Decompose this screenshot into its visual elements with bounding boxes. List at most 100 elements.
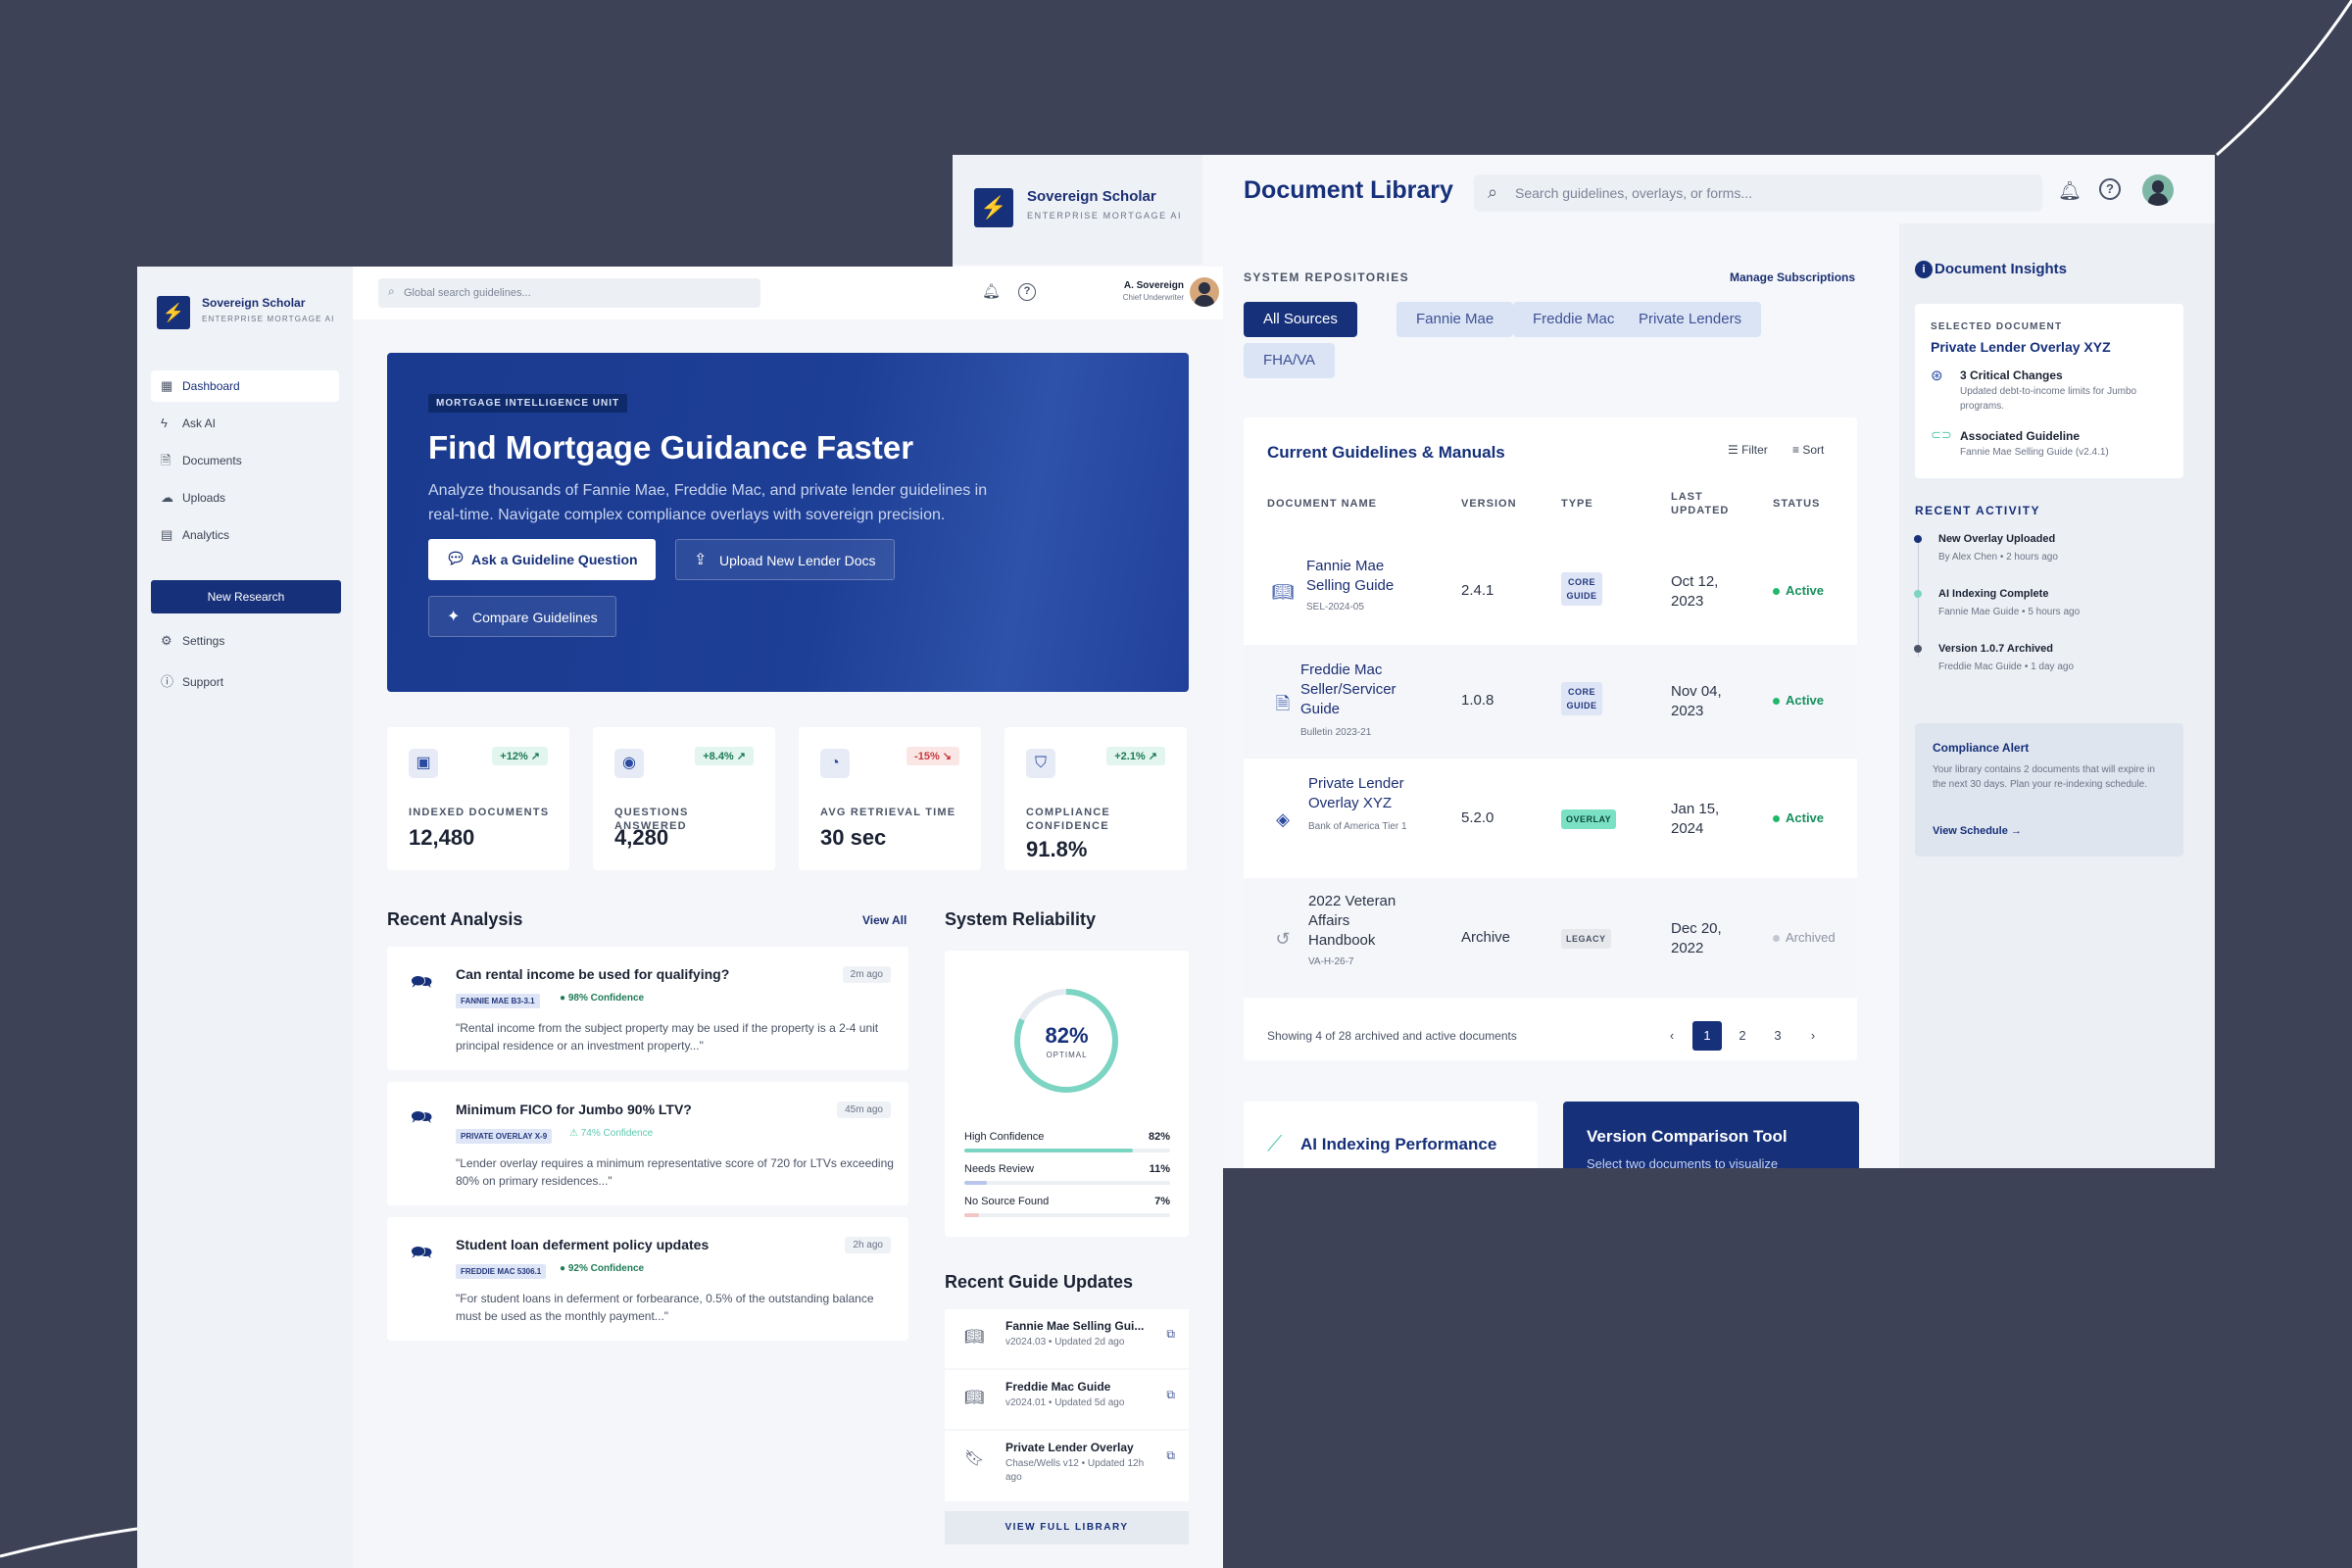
update-item[interactable]: 🔖︎ Private Lender Overlay Chase/Wells v1… — [945, 1431, 1189, 1501]
ask-question-button[interactable]: 💬︎ Ask a Guideline Question — [428, 539, 656, 580]
avatar[interactable] — [1190, 277, 1219, 307]
page-3-button[interactable]: 3 — [1763, 1021, 1792, 1051]
table-row[interactable]: 📖︎ Fannie Mae Selling Guide SEL-2024-05 … — [1244, 539, 1857, 645]
location-question-icon: ◉ — [614, 749, 644, 778]
sidebar: ⚡ Sovereign Scholar ENTERPRISE MORTGAGE … — [137, 267, 353, 1568]
stat-label: INDEXED DOCUMENTS — [409, 807, 550, 818]
avatar[interactable] — [2142, 174, 2174, 206]
table-row[interactable]: ↺ 2022 Veteran Affairs Handbook VA-H-26-… — [1244, 878, 1857, 998]
update-item[interactable]: 📖︎ Freddie Mac Guide v2024.01 • Updated … — [945, 1370, 1189, 1429]
speedometer-icon: ◔ — [820, 749, 850, 778]
selected-document-card[interactable]: SELECTED DOCUMENT Private Lender Overlay… — [1915, 304, 2183, 478]
version-comparison-card[interactable]: Version Comparison Tool Select two docum… — [1563, 1102, 1859, 1168]
hero-description: Analyze thousands of Fannie Mae, Freddie… — [428, 482, 988, 523]
library-search-input[interactable]: ⌕ Search guidelines, overlays, or forms.… — [1474, 174, 2042, 212]
activity-title: Version 1.0.7 Archived — [1938, 643, 2053, 655]
timeline-dot — [1914, 535, 1922, 543]
library-brand: ⚡ Sovereign Scholar ENTERPRISE MORTGAGE … — [953, 155, 1202, 265]
gauge-value: 82% — [1045, 1023, 1089, 1048]
shield-check-icon: ⛉ — [1026, 749, 1055, 778]
confidence-badge: ● 98% Confidence — [560, 993, 645, 1004]
chat-icon: 🗪 — [411, 972, 433, 992]
history-icon: ↺ — [1275, 929, 1291, 949]
external-link-icon[interactable]: ⧉ — [1166, 1388, 1175, 1402]
top-bar: ⌕ Global search guidelines... 🔔︎ ? A. So… — [353, 267, 1223, 319]
gear-icon: ⚙ — [161, 633, 172, 648]
source-tag: PRIVATE OVERLAY X-9 — [456, 1129, 553, 1144]
vct-subtitle: Select two documents to visualize — [1587, 1156, 1779, 1168]
page-1-button[interactable]: 1 — [1692, 1021, 1722, 1051]
bar-fill — [964, 1213, 979, 1217]
bell-icon[interactable]: 🔔︎ — [982, 282, 1001, 300]
changes-sub: Updated debt-to-income limits for Jumbo … — [1960, 386, 2137, 412]
doc-sub: SEL-2024-05 — [1306, 602, 1364, 612]
table-row[interactable]: ◈ Private Lender Overlay XYZ Bank of Ame… — [1244, 759, 1857, 878]
grid-icon: ▦ — [161, 378, 173, 393]
table-row[interactable]: 🗎 Freddie Mac Seller/Servicer Guide Bull… — [1244, 645, 1857, 759]
stat-label: COMPLIANCE CONFIDENCE — [1026, 807, 1110, 832]
reliability-card: 82% OPTIMAL High Confidence 82% Needs Rev… — [945, 951, 1189, 1237]
upload-file-icon: ⇪ — [694, 552, 708, 568]
external-link-icon[interactable]: ⧉ — [1166, 1327, 1175, 1342]
table-title: Current Guidelines & Manuals — [1267, 443, 1505, 462]
activity-label: RECENT ACTIVITY — [1915, 504, 2040, 517]
doc-version: Archive — [1461, 929, 1511, 946]
analysis-card[interactable]: 🗪 Can rental income be used for qualifyi… — [387, 947, 908, 1070]
sidebar-item-analytics[interactable]: ▤ Analytics — [151, 519, 339, 551]
chip-fannie-mae[interactable]: Fannie Mae — [1396, 302, 1514, 337]
hero-banner: MORTGAGE INTELLIGENCE UNIT Find Mortgage… — [387, 353, 1189, 692]
guidelines-table: Current Guidelines & Manuals ☰ Filter ≡ … — [1244, 417, 1857, 1060]
chip-fha-va[interactable]: FHA/VA — [1244, 343, 1336, 378]
help-icon[interactable]: ? — [1018, 283, 1036, 301]
chip-private-lenders[interactable]: Private Lenders — [1619, 302, 1762, 337]
analysis-quote: "Lender overlay requires a minimum repre… — [456, 1156, 894, 1188]
sidebar-item-support[interactable]: ⓘ Support — [151, 666, 339, 698]
bar-fill — [964, 1181, 988, 1185]
chip-freddie-mac[interactable]: Freddie Mac — [1513, 302, 1635, 337]
global-search-input[interactable]: ⌕ Global search guidelines... — [378, 278, 760, 308]
activity-title: New Overlay Uploaded — [1938, 533, 2056, 545]
timeline-dot — [1914, 590, 1922, 598]
ai-indexing-performance-card[interactable]: ⟋ AI Indexing Performance — [1244, 1102, 1538, 1168]
view-full-library-button[interactable]: VIEW FULL LIBRARY — [945, 1511, 1189, 1544]
sort-button[interactable]: ≡ Sort — [1792, 443, 1824, 457]
header-type: TYPE — [1561, 498, 1593, 510]
status-badge: Archived — [1773, 930, 1836, 945]
stat-value: 30 sec — [820, 825, 887, 850]
type-tag: LEGACY — [1561, 929, 1611, 949]
sidebar-item-uploads[interactable]: ☁ Uploads — [151, 482, 339, 514]
header-document-name: DOCUMENT NAME — [1267, 498, 1377, 510]
prev-page-icon[interactable]: ‹ — [1657, 1021, 1687, 1051]
activity-sub: Fannie Mae Guide • 5 hours ago — [1938, 607, 2081, 617]
page-2-button[interactable]: 2 — [1728, 1021, 1757, 1051]
next-page-icon[interactable]: › — [1798, 1021, 1828, 1051]
manage-subscriptions-link[interactable]: Manage Subscriptions — [1730, 270, 1855, 284]
bell-icon[interactable]: 🔔︎ — [2058, 179, 2082, 203]
gauge-label: OPTIMAL — [1046, 1051, 1088, 1059]
sidebar-item-dashboard[interactable]: ▦ Dashboard — [151, 370, 339, 402]
update-item[interactable]: 📖︎ Fannie Mae Selling Gui... v2024.03 • … — [945, 1309, 1189, 1368]
analysis-question: Can rental income be used for qualifying… — [456, 966, 730, 982]
source-tag: FANNIE MAE B3-3.1 — [456, 994, 540, 1008]
external-link-icon[interactable]: ⧉ — [1166, 1448, 1175, 1463]
analysis-card[interactable]: 🗪 Minimum FICO for Jumbo 90% LTV? 45m ag… — [387, 1082, 908, 1205]
help-icon[interactable]: ? — [2099, 178, 2121, 200]
compare-guidelines-button[interactable]: ✦ Compare Guidelines — [428, 596, 616, 637]
sidebar-item-documents[interactable]: 🗎 Documents — [151, 445, 339, 476]
sidebar-item-ask-ai[interactable]: ϟ Ask AI — [151, 408, 339, 439]
doc-version: 2.4.1 — [1461, 582, 1494, 599]
sidebar-item-settings[interactable]: ⚙ Settings — [151, 625, 339, 657]
view-schedule-link[interactable]: View Schedule → — [1933, 825, 2022, 837]
activity-title: AI Indexing Complete — [1938, 588, 2049, 600]
chip-all-sources[interactable]: All Sources — [1244, 302, 1357, 337]
doc-name: Fannie Mae Selling Guide — [1306, 558, 1395, 594]
timeline-dot — [1914, 645, 1922, 653]
dashboard-window: ⚡ Sovereign Scholar ENTERPRISE MORTGAGE … — [137, 267, 1223, 1568]
new-research-button[interactable]: New Research — [151, 580, 341, 613]
brand-tagline: ENTERPRISE MORTGAGE AI — [202, 315, 335, 323]
filter-button[interactable]: ☰ Filter — [1728, 443, 1768, 457]
view-all-link[interactable]: View All — [862, 913, 906, 927]
upload-docs-button[interactable]: ⇪ Upload New Lender Docs — [675, 539, 895, 580]
analysis-card[interactable]: 🗪 Student loan deferment policy updates … — [387, 1217, 908, 1341]
search-placeholder: Search guidelines, overlays, or forms... — [1515, 185, 1752, 201]
